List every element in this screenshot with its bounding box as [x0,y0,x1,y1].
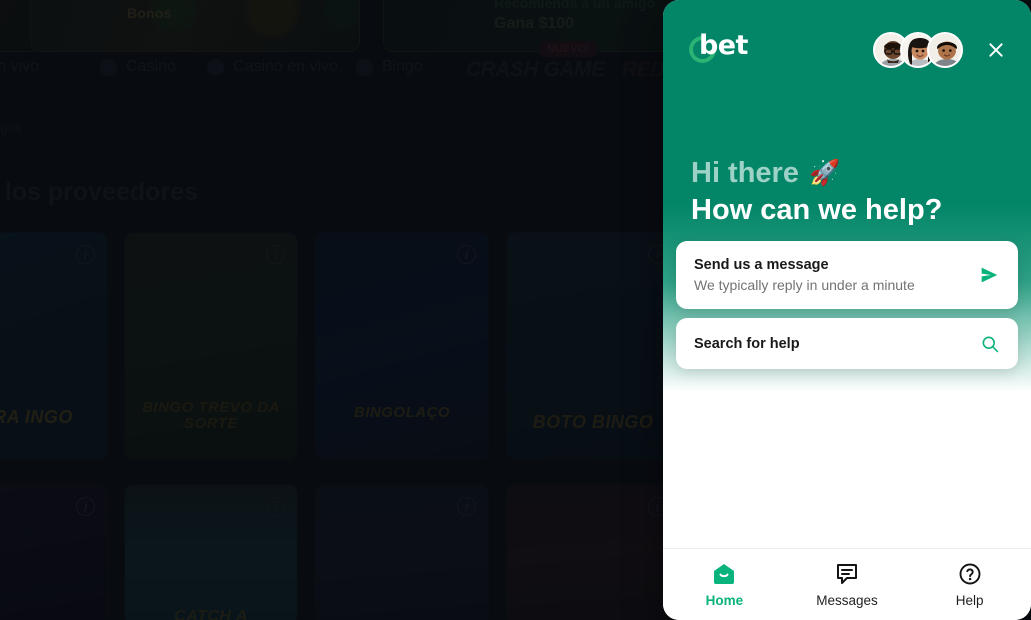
nav-item-casino[interactable]: Casino [100,58,176,76]
promo-referral-subline: Gana $100 [494,15,575,32]
send-message-text: Send us a message We typically reply in … [694,257,978,293]
bingo-icon [356,58,373,76]
nav-tab-label: Home [705,592,744,608]
info-icon[interactable]: i [76,245,95,264]
send-message-card[interactable]: Send us a message We typically reply in … [676,241,1018,309]
messenger-widget: bet Hi there 🚀 How can we help? Send us … [663,0,1031,620]
send-message-title: Send us a message [694,257,829,273]
send-message-subtitle: We typically reply in under a minute [694,277,915,293]
info-icon[interactable]: i [457,497,476,516]
nuevo-badge: NUEVO! [540,41,597,57]
tile-art [316,233,488,459]
game-tile[interactable]: XTRA INGO i [0,232,108,460]
send-icon[interactable] [978,264,1000,286]
chip-icon [100,58,117,76]
nav-item-casino-en-vivo[interactable]: Casino en vivo [207,58,338,76]
message-icon [837,563,857,584]
info-icon[interactable]: i [266,497,285,516]
nav-item-bingo[interactable]: Bingo [356,58,423,76]
home-icon [714,563,735,584]
game-tile[interactable]: BINGOLAÇO i [315,232,489,460]
game-tile[interactable]: i [315,484,489,620]
help-icon [959,563,981,584]
nav-tab-home[interactable]: Home [663,562,786,608]
avatar-illustration [929,34,961,66]
nav-tab-label: Messages [816,592,878,608]
rocket-icon: 🚀 [808,159,841,188]
promo-art-blob [246,0,298,37]
widget-topbar: bet [663,0,1031,100]
search-help-placeholder: Search for help [694,335,800,352]
tile-label: BINGOLAÇO [353,403,451,421]
agent-avatar-group [873,32,963,68]
nav-tab-label: Help [955,592,984,608]
info-icon[interactable]: i [76,497,95,516]
tile-label: XTRA INGO [0,407,73,428]
promo-card-bonos[interactable]: Bonos [30,0,360,52]
info-icon[interactable]: i [266,245,285,264]
game-tile[interactable]: CATCH A i [124,484,298,620]
nav-item-label: Casino [126,58,176,75]
tile-label: CATCH A [174,607,248,620]
search-help-card[interactable]: Search for help [676,318,1018,369]
nav-item-deportes-en-vivo[interactable]: s en vivo [0,58,39,76]
site-topnav: s en vivo Casino Casino en vivo Bingo CR… [0,41,678,84]
greeting-line-2: How can we help? [691,193,943,226]
close-icon[interactable] [983,37,1009,63]
nav-item-crash-game[interactable]: CRASH GAME NUEVO! [466,41,605,82]
nav-tab-messages[interactable]: Messages [786,562,909,608]
search-icon[interactable] [980,334,1000,354]
game-tile[interactable]: i [0,484,108,620]
promo-art-blob [323,0,359,31]
crash-game-wordmark: CRASH GAME [466,58,605,81]
breadcrumb[interactable]: uegos [0,120,21,135]
page-title: s los proveedores [0,178,198,206]
logo-text: bet [699,30,748,61]
info-icon[interactable]: i [457,245,476,264]
widget-bottom-nav: Home Messages Help [663,548,1031,620]
screen: Bonos Recomienda a un amigo Gana $100 s … [0,0,1031,620]
nav-item-label: Bingo [382,58,423,75]
nav-item-label: Casino en vivo [233,58,338,75]
game-tile[interactable]: BINGO TREVO DA SORTE i [124,232,298,460]
greeting-text: Hi there [691,157,799,189]
greeting-line-1: Hi there 🚀 [691,156,942,191]
game-tile[interactable]: BOTO BINGO i [506,232,680,460]
avatar [927,32,963,68]
promo-bonos-label: Bonos [127,5,172,21]
nav-tab-help[interactable]: Help [908,562,1031,608]
brand-logo: bet [683,30,749,69]
greeting-block: Hi there 🚀 How can we help? [691,156,942,228]
tile-label: BINGO TREVO DA SORTE [142,399,280,433]
game-tile[interactable]: i [506,484,680,620]
roulette-icon [207,58,224,76]
nav-item-label: s en vivo [0,58,40,75]
promo-referral-headline: Recomienda a un amigo [494,0,656,11]
tile-label: BOTO BINGO [532,412,654,432]
